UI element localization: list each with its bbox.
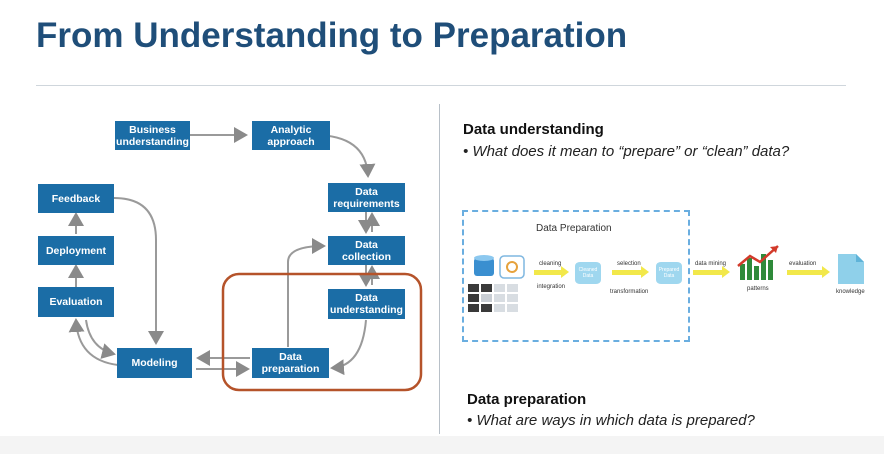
selection-arrow bbox=[612, 266, 649, 278]
prepared-data-icon: Prepared Data bbox=[656, 262, 682, 284]
patterns-label: patterns bbox=[747, 286, 769, 292]
evaluation-arrow bbox=[787, 266, 830, 278]
knowledge-label: knowledge bbox=[836, 289, 865, 295]
knowledge-document-icon bbox=[838, 254, 864, 284]
data-mining-arrow bbox=[693, 266, 730, 278]
evaluation-label: evaluation bbox=[789, 261, 817, 267]
patterns-chart-icon bbox=[737, 245, 779, 280]
transformation-label: transformation bbox=[610, 289, 649, 295]
data-sources-graphic bbox=[468, 245, 864, 312]
integration-label: integration bbox=[537, 284, 566, 290]
database-icon bbox=[474, 255, 494, 276]
cleaning-label: cleaning bbox=[539, 261, 562, 267]
cleaned-data-icon: Cleaned Data bbox=[575, 262, 601, 284]
cloud-source-icon bbox=[499, 255, 525, 279]
selection-label: selection bbox=[617, 261, 641, 267]
data-mining-label: data mining bbox=[695, 261, 727, 267]
table-source-icon bbox=[468, 284, 518, 312]
cleaning-arrow bbox=[534, 266, 569, 278]
